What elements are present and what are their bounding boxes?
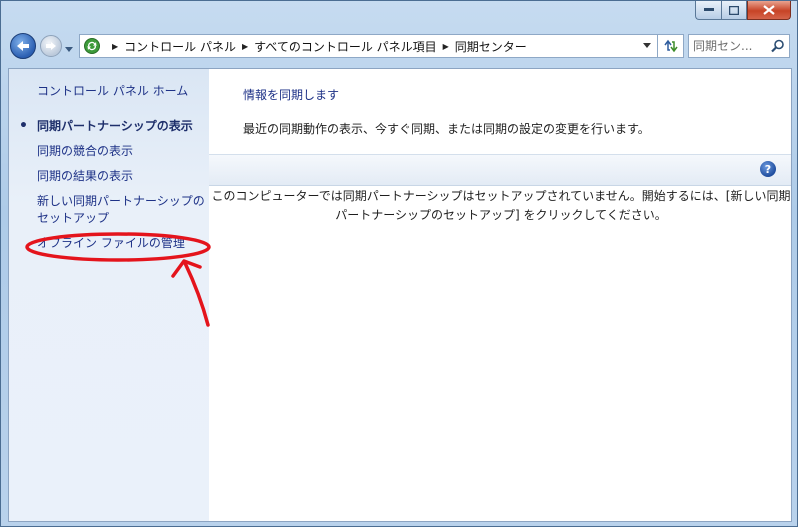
- task-view-conflicts[interactable]: 同期の競合の表示: [37, 143, 207, 160]
- back-icon: [17, 41, 29, 51]
- content-area: コントロール パネル ホーム 同期パートナーシップの表示 同期の競合の表示 同期…: [8, 68, 792, 522]
- refresh-icon: [663, 39, 678, 53]
- search-icon[interactable]: [771, 39, 785, 53]
- window: ▶ コントロール パネル ▶ すべてのコントロール パネル項目 ▶ 同期センター: [0, 0, 798, 527]
- breadcrumb-all-items[interactable]: すべてのコントロール パネル項目: [254, 38, 437, 55]
- help-icon: ?: [764, 162, 772, 176]
- page-title: 情報を同期します: [243, 88, 340, 102]
- close-icon: [763, 5, 775, 15]
- breadcrumb-separator[interactable]: ▶: [443, 42, 449, 51]
- breadcrumb-separator[interactable]: ▶: [112, 42, 118, 51]
- address-bar[interactable]: ▶ コントロール パネル ▶ すべてのコントロール パネル項目 ▶ 同期センター: [79, 34, 658, 58]
- maximize-button[interactable]: [721, 1, 747, 20]
- task-view-partnerships[interactable]: 同期パートナーシップの表示: [19, 118, 207, 135]
- task-setup-partnership[interactable]: 新しい同期パートナーシップのセットアップ: [37, 193, 207, 227]
- back-button[interactable]: [10, 33, 36, 59]
- refresh-button[interactable]: [658, 34, 684, 58]
- task-pane: コントロール パネル ホーム 同期パートナーシップの表示 同期の競合の表示 同期…: [9, 69, 209, 521]
- forward-icon: [46, 42, 56, 50]
- breadcrumb-sync-center[interactable]: 同期センター: [455, 38, 527, 55]
- help-button[interactable]: ?: [760, 161, 776, 177]
- control-panel-home-link[interactable]: コントロール パネル ホーム: [37, 82, 188, 99]
- search-box[interactable]: [688, 34, 790, 58]
- sync-center-icon: [84, 38, 100, 54]
- maximize-icon: [729, 5, 739, 15]
- minimize-icon: [703, 8, 714, 11]
- search-input[interactable]: [693, 37, 765, 55]
- forward-button[interactable]: [40, 35, 62, 57]
- command-bar: ?: [209, 154, 791, 186]
- recent-pages-button[interactable]: [65, 42, 73, 56]
- task-manage-offline-files[interactable]: オフライン ファイルの管理: [37, 235, 207, 252]
- empty-state-message: このコンピューターでは同期パートナーシップはセットアップされていません。開始する…: [211, 189, 791, 222]
- main-pane: 情報を同期します 最近の同期動作の表示、今すぐ同期、または同期の設定の変更を行い…: [209, 69, 791, 521]
- chevron-down-icon: [65, 47, 73, 52]
- navigation-bar: ▶ コントロール パネル ▶ すべてのコントロール パネル項目 ▶ 同期センター: [1, 31, 797, 61]
- caption-buttons: [695, 1, 791, 20]
- address-dropdown-icon[interactable]: [643, 43, 651, 49]
- breadcrumb-separator[interactable]: ▶: [242, 42, 248, 51]
- breadcrumb: ▶ コントロール パネル ▶ すべてのコントロール パネル項目 ▶ 同期センター: [106, 35, 527, 57]
- page-description: 最近の同期動作の表示、今すぐ同期、または同期の設定の変更を行います。: [243, 122, 650, 136]
- task-view-results[interactable]: 同期の結果の表示: [37, 168, 207, 185]
- task-list: 同期パートナーシップの表示 同期の競合の表示 同期の結果の表示 新しい同期パート…: [19, 118, 207, 260]
- breadcrumb-control-panel[interactable]: コントロール パネル: [124, 38, 236, 55]
- close-button[interactable]: [747, 1, 791, 20]
- minimize-button[interactable]: [695, 1, 721, 20]
